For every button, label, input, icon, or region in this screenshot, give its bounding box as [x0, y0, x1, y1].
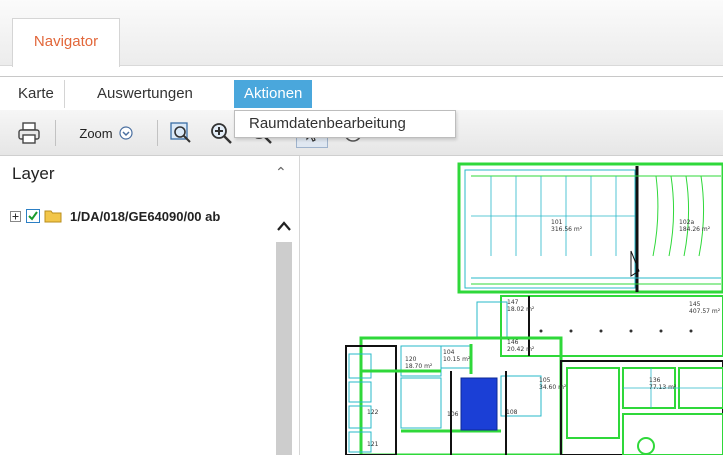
collapse-icon[interactable]: ⌃	[275, 164, 287, 181]
menu-item-aktionen[interactable]: Aktionen	[234, 80, 313, 108]
toolbar-separator	[157, 120, 158, 146]
room-label: 106	[447, 411, 459, 418]
toolbar-separator	[55, 120, 56, 146]
room-area: 77.13 m²	[649, 384, 677, 391]
zoom-label: Zoom	[79, 125, 113, 141]
aktionen-dropdown-item-raumdatenbearbeitung[interactable]: Raumdatenbearbeitung	[234, 110, 456, 138]
chevron-down-circle-icon	[119, 126, 133, 140]
room-area: 10.15 m²	[443, 356, 471, 363]
room-area: 18.02 m²	[507, 306, 535, 313]
print-icon	[18, 122, 40, 144]
room-area: 20.42 m²	[507, 346, 535, 353]
tab-strip: Navigator	[0, 0, 723, 67]
room-area: 34.60 m²	[539, 384, 567, 391]
room-label: 122	[367, 409, 379, 416]
room-label: 101	[551, 219, 563, 226]
tab-navigator[interactable]: Navigator	[12, 18, 120, 67]
room-label: 147	[507, 299, 519, 306]
floor-plan: 101 316.56 m² 102a 184.26 m² 147 18.02 m…	[345, 162, 723, 455]
room-label: 102a	[679, 219, 694, 226]
room-label: 146	[507, 339, 519, 346]
layer-panel: Layer ⌃ 1/DA/018/GE64090/00 ab	[0, 156, 300, 455]
zoom-in-button[interactable]	[206, 118, 236, 148]
room-area: 184.26 m²	[679, 226, 711, 233]
menu-item-karte[interactable]: Karte	[8, 80, 65, 108]
room-label: 136	[649, 377, 661, 384]
layer-panel-title: Layer	[12, 164, 55, 183]
menu-bar: Karte Auswertungen Aktionen	[0, 76, 723, 110]
print-button[interactable]	[14, 118, 44, 148]
zoom-dropdown-button[interactable]: Zoom	[66, 118, 146, 148]
expand-icon[interactable]	[10, 210, 21, 222]
map-view[interactable]: 101 316.56 m² 102a 184.26 m² 147 18.02 m…	[301, 156, 723, 455]
scrollbar-track[interactable]	[276, 242, 292, 455]
layer-tree-item-label: 1/DA/018/GE64090/00 ab	[70, 208, 221, 224]
zoom-in-icon	[211, 123, 232, 144]
room-label: 121	[367, 441, 379, 448]
zoom-window-button[interactable]	[166, 118, 196, 148]
zoom-window-icon	[170, 122, 191, 143]
room-area: 407.57 m²	[689, 308, 721, 315]
layer-panel-scrollbar[interactable]	[270, 212, 298, 455]
room-label: 120	[405, 356, 417, 363]
layer-panel-header: Layer ⌃	[0, 156, 300, 192]
menu-item-auswertungen[interactable]: Auswertungen	[87, 80, 203, 108]
folder-icon	[44, 210, 62, 223]
room-label: 104	[443, 349, 455, 356]
room-label: 105	[539, 377, 551, 384]
checkbox-checked-icon[interactable]	[26, 209, 40, 223]
room-area: 18.70 m²	[405, 363, 433, 370]
room-area: 316.56 m²	[551, 226, 583, 233]
room-label: 108	[506, 409, 518, 416]
scroll-up-icon[interactable]	[276, 220, 292, 232]
room-label: 145	[689, 301, 701, 308]
layer-tree-item[interactable]: 1/DA/018/GE64090/00 ab	[10, 206, 220, 226]
